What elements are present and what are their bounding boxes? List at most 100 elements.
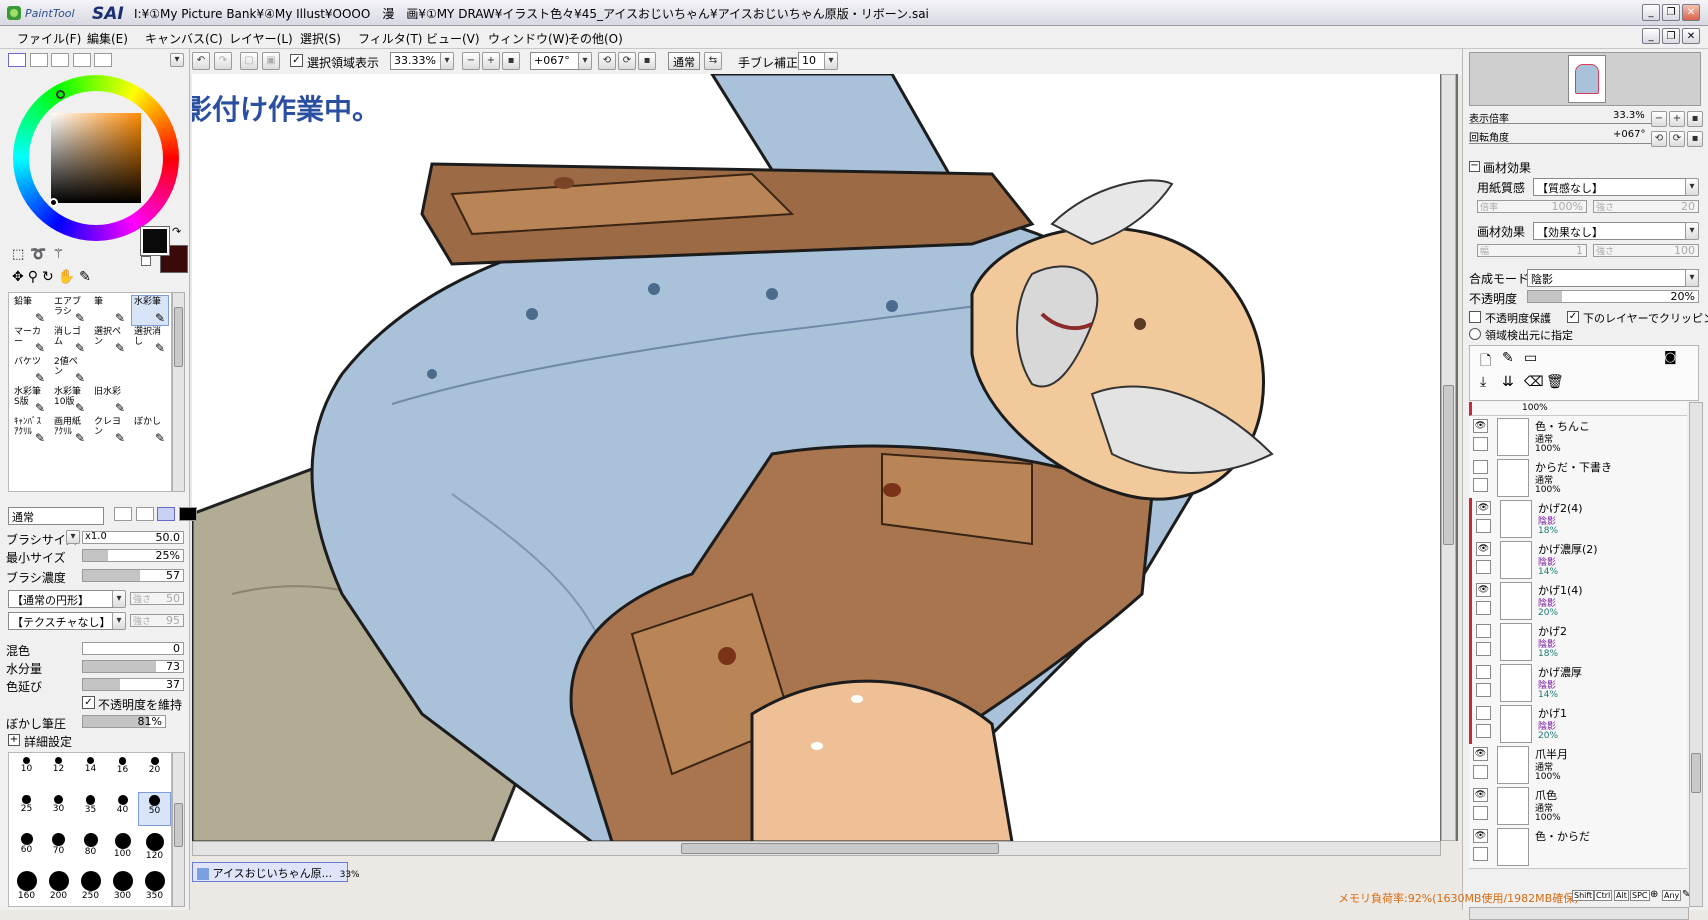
brush-size-scroll[interactable] <box>172 752 185 907</box>
brush-size-cell[interactable]: 120 <box>139 831 170 863</box>
layer-visibility-icon[interactable]: 👁 <box>1476 583 1491 597</box>
rotation-dropdown-icon[interactable]: ▾ <box>578 52 592 70</box>
menu-window[interactable]: ウィンドウ(W) <box>488 30 569 47</box>
nav-zoom-out-button[interactable]: − <box>1651 111 1667 127</box>
doc-minimize-button[interactable]: _ <box>1642 28 1660 44</box>
panel-menu-icon[interactable]: ▾ <box>170 53 184 67</box>
layer-row[interactable]: 👁 爪半月 通常 100% <box>1469 744 1687 787</box>
layer-visibility-icon[interactable] <box>1473 460 1488 474</box>
canvas-hscroll-thumb[interactable] <box>681 843 999 854</box>
paper-select[interactable]: 【質感なし】 <box>1533 178 1689 196</box>
layer-row[interactable]: かげ1 陰影 20% <box>1469 703 1687 746</box>
brush-size-cell[interactable]: 250 <box>75 869 106 901</box>
material-collapse-icon[interactable]: − <box>1469 161 1480 172</box>
tool-item[interactable]: マーカー ✎ <box>11 325 49 356</box>
tool-item[interactable]: 画用紙 ｱｸﾘﾙ ✎ <box>51 415 89 446</box>
tool-item[interactable]: ぼかし ✎ <box>131 415 169 446</box>
brush-size-cell[interactable]: 35 <box>75 793 106 825</box>
brush-size-cell[interactable]: 100 <box>107 831 138 863</box>
layer-visibility-icon[interactable]: 👁 <box>1476 501 1491 515</box>
doc-restore-button[interactable]: ❐ <box>1662 28 1680 44</box>
blend-slider[interactable]: 0 <box>82 642 184 655</box>
layer-blend-select[interactable]: 陰影 <box>1527 269 1699 287</box>
brush-size-cell[interactable]: 80 <box>75 831 106 863</box>
brush-shape-dropdown-icon[interactable]: ▾ <box>112 590 126 608</box>
nav-rotate-reset-button[interactable]: ▪ <box>1687 131 1703 147</box>
new-folder-icon[interactable]: ▭ <box>1524 350 1537 366</box>
paper-dropdown-icon[interactable]: ▾ <box>1685 178 1699 196</box>
hue-marker[interactable] <box>56 90 65 99</box>
zoom-out-button[interactable]: − <box>462 52 480 70</box>
edge-solid-icon[interactable] <box>178 507 197 521</box>
brush-size-cell[interactable]: 300 <box>107 869 138 901</box>
menu-select[interactable]: 選択(S) <box>300 30 341 47</box>
rgb-slider-tab-icon[interactable] <box>29 53 48 67</box>
protect-opacity-checkbox[interactable] <box>1469 311 1481 323</box>
tool-item[interactable]: 水彩筆 ✎ <box>131 295 169 326</box>
hand-icon[interactable]: ✋ <box>58 269 79 285</box>
layer-visibility-icon[interactable]: 👁 <box>1473 788 1488 802</box>
layer-row[interactable]: 👁 色・ちんこ 通常 100% <box>1469 416 1687 459</box>
clipping-checkbox[interactable]: ✓ <box>1567 311 1579 323</box>
undo-button[interactable]: ↶ <box>192 52 210 70</box>
deselect-button[interactable]: ▢ <box>240 52 258 70</box>
invert-selection-button[interactable]: ▣ <box>262 52 280 70</box>
brush-size-cell[interactable]: 12 <box>43 755 74 787</box>
tool-item[interactable]: エアブラシ ✎ <box>51 295 89 326</box>
tool-item[interactable]: 水彩筆 10版 ✎ <box>51 385 89 416</box>
nav-zoom-in-button[interactable]: + <box>1669 111 1685 127</box>
brush-size-cell[interactable]: 50 <box>138 792 171 826</box>
brush-size-cell[interactable]: 160 <box>11 869 42 901</box>
rotate-left-button[interactable]: ⟲ <box>598 52 616 70</box>
merge-down-icon[interactable]: ⤓ <box>1480 374 1486 390</box>
nav-rotate-right-button[interactable]: ⟳ <box>1669 131 1685 147</box>
layer-lock-checkbox[interactable] <box>1473 806 1488 820</box>
brush-size-cell[interactable]: 70 <box>43 831 74 863</box>
brush-size-cell[interactable]: 14 <box>75 755 106 787</box>
layer-row[interactable]: かげ2 陰影 18% <box>1469 621 1687 664</box>
default-colors-icon[interactable] <box>141 256 151 266</box>
menu-edit[interactable]: 編集(E) <box>87 30 128 47</box>
edge-hard-icon[interactable] <box>114 507 132 521</box>
nav-zoom-track[interactable] <box>1469 123 1653 124</box>
navigator-preview[interactable] <box>1469 52 1701 106</box>
shape-strength-slider[interactable]: 強さ 50 <box>130 592 184 605</box>
nav-rotate-left-button[interactable]: ⟲ <box>1651 131 1667 147</box>
layer-opacity-slider[interactable]: 20% <box>1527 290 1699 303</box>
tool-grid-scroll[interactable] <box>172 292 185 492</box>
tool-item[interactable]: 水彩筆 S版 ✎ <box>11 385 49 416</box>
layer-list-scroll[interactable] <box>1689 402 1703 907</box>
brush-size-cell[interactable]: 25 <box>11 793 42 825</box>
maximize-button[interactable]: ❐ <box>1662 4 1680 21</box>
delete-layer-icon[interactable]: 🗑 <box>1546 374 1564 390</box>
new-linework-layer-icon[interactable]: ✎ <box>1502 350 1514 366</box>
canvas-vscroll[interactable] <box>1441 74 1456 841</box>
layer-lock-checkbox[interactable] <box>1476 642 1491 656</box>
zoom-reset-button[interactable]: ▪ <box>502 52 520 70</box>
paper-strength-slider[interactable]: 強さ 20 <box>1593 200 1699 213</box>
selection-source-radio[interactable] <box>1469 328 1481 340</box>
nav-zoom-reset-button[interactable]: ▪ <box>1687 111 1703 127</box>
size-mult-dropdown-icon[interactable]: ▾ <box>66 530 80 544</box>
layer-visibility-icon[interactable] <box>1476 706 1491 720</box>
effect-strength-slider[interactable]: 強さ 100 <box>1593 244 1699 257</box>
swap-colors-icon[interactable]: ↷ <box>172 225 181 238</box>
layer-mask-icon[interactable]: ◙ <box>1664 350 1677 365</box>
flip-button[interactable]: ⇆ <box>704 52 722 70</box>
tool-item[interactable]: 消しゴム ✎ <box>51 325 89 356</box>
zoom-dropdown-icon[interactable]: ▾ <box>440 52 454 70</box>
selection-display-checkbox[interactable]: ✓ <box>290 54 303 67</box>
swatch-tab-icon[interactable] <box>72 53 91 67</box>
tool-item[interactable]: 筆 ✎ <box>91 295 129 326</box>
document-tab[interactable]: アイスおじいちゃん原... 33% <box>192 862 360 882</box>
layer-row[interactable]: 👁 爪色 通常 100% <box>1469 785 1687 828</box>
brush-size-cell[interactable]: 40 <box>107 793 138 825</box>
lasso-icon[interactable]: ➰ <box>30 247 52 262</box>
layer-lock-checkbox[interactable] <box>1473 765 1488 779</box>
tool-item[interactable] <box>131 385 169 416</box>
tool-item[interactable]: 2値ペン ✎ <box>51 355 89 386</box>
paper-scale-slider[interactable]: 倍率 100% <box>1477 200 1587 213</box>
brush-shape-select[interactable]: 【通常の円形】 <box>8 590 118 608</box>
brush-texture-select[interactable]: 【テクスチャなし】 <box>8 612 118 630</box>
brush-size-slider[interactable]: x1.0 50.0 <box>82 531 184 544</box>
